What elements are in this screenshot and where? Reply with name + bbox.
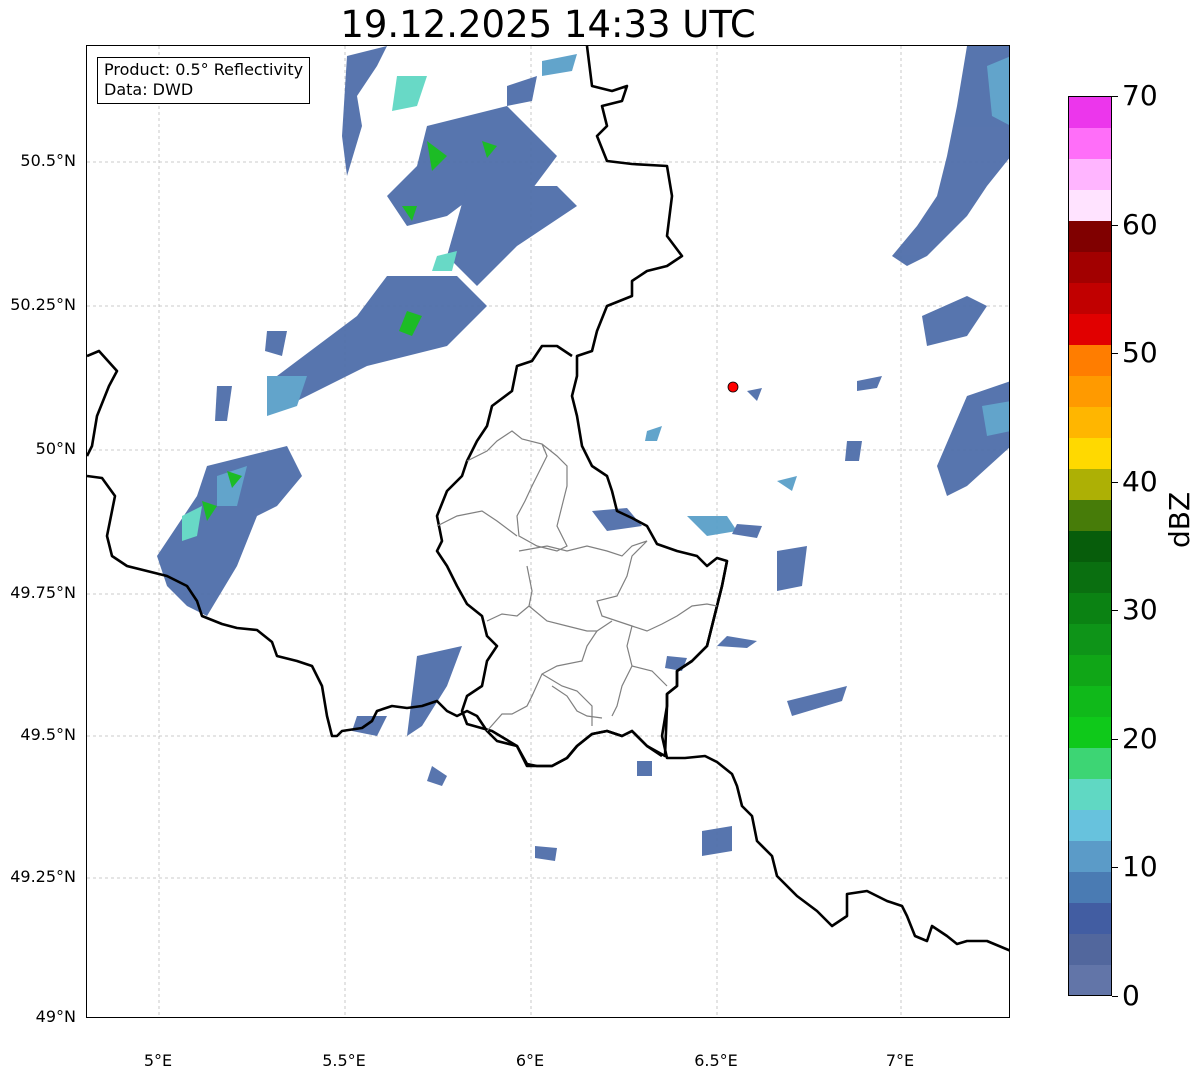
colorbar-segment <box>1069 964 1111 996</box>
colorbar-segment <box>1069 97 1111 129</box>
colorbar-segment <box>1069 406 1111 439</box>
colorbar-tick-label: 40 <box>1122 464 1158 498</box>
colorbar-segment <box>1069 592 1111 624</box>
lat-tick-label: 50.5°N <box>20 151 76 170</box>
colorbar-segment <box>1069 809 1111 841</box>
location-marker[interactable] <box>727 381 739 393</box>
colorbar <box>1068 96 1112 996</box>
colorbar-tick-mark <box>1112 481 1118 483</box>
colorbar-segment <box>1069 344 1111 377</box>
colorbar-segment <box>1069 902 1111 934</box>
map-canvas <box>87 46 1009 1017</box>
colorbar-tick-label: 20 <box>1122 721 1158 755</box>
colorbar-segment <box>1069 747 1111 779</box>
colorbar-tick-mark <box>1112 353 1118 355</box>
colorbar-segment <box>1069 778 1111 810</box>
colorbar-segment <box>1069 840 1111 872</box>
lat-tick-label: 49°N <box>35 1007 76 1026</box>
radar-map[interactable] <box>86 45 1010 1018</box>
lat-tick-label: 49.5°N <box>20 725 76 744</box>
colorbar-segment <box>1069 716 1111 748</box>
colorbar-tick-label: 70 <box>1122 79 1158 112</box>
colorbar-segment <box>1069 561 1111 593</box>
lon-tick-label: 6.5°E <box>694 1051 738 1070</box>
colorbar-segment <box>1069 313 1111 346</box>
lon-tick-label: 5.5°E <box>322 1051 366 1070</box>
colorbar-tick-label: 10 <box>1122 850 1158 884</box>
map-title: 19.12.2025 14:33 UTC <box>340 3 756 46</box>
colorbar-segment <box>1069 251 1111 284</box>
colorbar-segment <box>1069 499 1111 531</box>
colorbar-segment <box>1069 220 1111 253</box>
lon-tick-label: 6°E <box>515 1051 545 1070</box>
colorbar-segment <box>1069 933 1111 965</box>
lon-tick-label: 5°E <box>143 1051 173 1070</box>
colorbar-segment <box>1069 282 1111 315</box>
radar-echoes <box>157 46 1009 861</box>
colorbar-segment <box>1069 468 1111 501</box>
colorbar-tick-mark <box>1112 610 1118 612</box>
colorbar-tick-mark <box>1112 996 1118 997</box>
lat-tick-label: 50°N <box>35 439 76 458</box>
colorbar-tick-label: 60 <box>1122 207 1158 241</box>
product-label: Product: 0.5° Reflectivity <box>104 60 304 79</box>
colorbar-segment <box>1069 127 1111 160</box>
data-source-label: Data: DWD <box>104 80 194 99</box>
colorbar-tick-mark <box>1112 738 1118 740</box>
colorbar-segment <box>1069 189 1111 222</box>
colorbar-segment <box>1069 623 1111 655</box>
colorbar-segment <box>1069 158 1111 191</box>
lat-tick-label: 49.25°N <box>10 867 76 886</box>
colorbar-label: dBZ <box>1163 491 1196 548</box>
lat-tick-label: 49.75°N <box>10 583 76 602</box>
colorbar-tick-label: 50 <box>1122 336 1158 370</box>
luxembourg-border <box>435 344 729 768</box>
colorbar-tick-mark <box>1112 224 1118 226</box>
colorbar-tick-mark <box>1112 96 1118 97</box>
colorbar-segment <box>1069 685 1111 717</box>
colorbar-segment <box>1069 375 1111 408</box>
lon-tick-label: 7°E <box>885 1051 915 1070</box>
colorbar-segment <box>1069 654 1111 686</box>
colorbar-tick-label: 0 <box>1122 979 1140 1012</box>
lat-tick-label: 50.25°N <box>10 295 76 314</box>
colorbar-segment <box>1069 437 1111 470</box>
colorbar-segment <box>1069 871 1111 903</box>
colorbar-tick-label: 30 <box>1122 593 1158 627</box>
colorbar-tick-mark <box>1112 867 1118 869</box>
info-box: Product: 0.5° Reflectivity Data: DWD <box>97 57 311 104</box>
colorbar-segment <box>1069 530 1111 562</box>
